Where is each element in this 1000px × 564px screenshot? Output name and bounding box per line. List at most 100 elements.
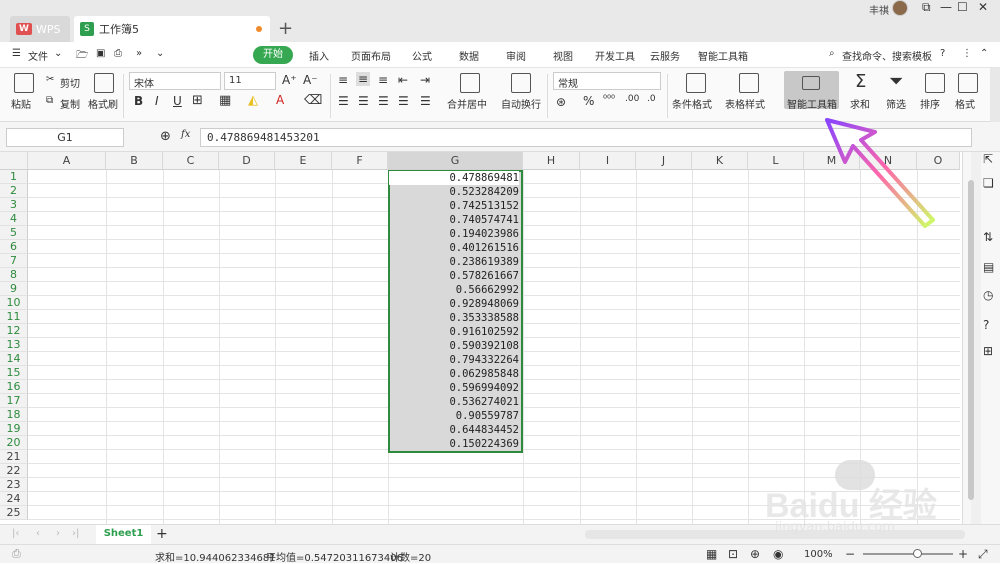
fill-color-icon[interactable]: ◭ <box>248 93 258 108</box>
macro-icon[interactable]: ⎙ <box>12 547 21 561</box>
table-cell[interactable]: 0.742513152 <box>389 199 519 213</box>
table-cell[interactable]: 0.916102592 <box>389 325 519 339</box>
column-header[interactable]: C <box>163 152 219 170</box>
sort-icon[interactable] <box>925 73 945 93</box>
tab-view[interactable]: 视图 <box>553 48 573 63</box>
backup-icon[interactable]: ▤ <box>983 260 994 274</box>
sum-button[interactable]: 求和 <box>850 96 870 111</box>
scroll-thumb[interactable] <box>968 180 974 500</box>
underline-button[interactable]: U <box>173 94 182 108</box>
cursor-icon[interactable]: ⇱ <box>983 152 993 166</box>
history-icon[interactable]: ◷ <box>983 288 993 302</box>
table-cell[interactable]: 0.062985848 <box>389 367 519 381</box>
decrease-font-icon[interactable]: A⁻ <box>303 73 318 87</box>
row-header[interactable]: 11 <box>0 310 28 324</box>
user-name[interactable]: 丰祺 <box>869 2 889 17</box>
cut-icon[interactable]: ✂ <box>46 74 54 85</box>
tab-page-layout[interactable]: 页面布局 <box>351 48 391 63</box>
font-name-select[interactable]: 宋体 <box>129 72 221 90</box>
decimal-decrease-icon[interactable]: .0 <box>647 94 656 104</box>
align-center-icon[interactable]: ☰ <box>358 94 369 108</box>
table-style-icon[interactable] <box>739 73 759 93</box>
print-icon[interactable]: ⎙ <box>114 48 122 59</box>
column-header[interactable]: E <box>275 152 332 170</box>
column-header[interactable]: L <box>748 152 804 170</box>
tab-data[interactable]: 数据 <box>459 48 479 63</box>
table-cell[interactable]: 0.478869481 <box>389 171 519 185</box>
row-header[interactable]: 4 <box>0 212 28 226</box>
increase-font-icon[interactable]: A⁺ <box>282 73 297 87</box>
add-sheet-button[interactable]: + <box>156 526 168 542</box>
conditional-format-icon[interactable] <box>686 73 706 93</box>
paste-button[interactable]: 粘贴 <box>11 96 31 111</box>
filter-icon[interactable]: ⏷ <box>889 71 903 92</box>
tab-insert[interactable]: 插入 <box>309 48 329 63</box>
row-header[interactable]: 13 <box>0 338 28 352</box>
merge-center-icon[interactable] <box>460 73 480 93</box>
row-header[interactable]: 22 <box>0 464 28 478</box>
chevron-down-icon[interactable]: ⌄ <box>54 48 62 59</box>
column-header[interactable]: G <box>388 152 523 170</box>
column-header[interactable]: K <box>692 152 748 170</box>
table-cell[interactable]: 0.194023986 <box>389 227 519 241</box>
row-header[interactable]: 5 <box>0 226 28 240</box>
sum-icon[interactable]: Σ <box>855 71 866 92</box>
open-icon[interactable]: 🗁 <box>76 48 88 65</box>
column-header[interactable]: H <box>523 152 580 170</box>
table-cell[interactable]: 0.238619389 <box>389 255 519 269</box>
row-header[interactable]: 21 <box>0 450 28 464</box>
format-painter-icon[interactable] <box>94 73 114 93</box>
page-break-icon[interactable]: ⊡ <box>728 547 738 561</box>
row-header[interactable]: 10 <box>0 296 28 310</box>
row-header[interactable]: 8 <box>0 268 28 282</box>
row-header[interactable]: 15 <box>0 366 28 380</box>
eye-protection-icon[interactable]: ◉ <box>773 547 783 561</box>
align-right-icon[interactable]: ☰ <box>378 94 389 108</box>
zoom-in-icon[interactable]: + <box>958 547 968 561</box>
table-cell[interactable]: 0.578261667 <box>389 269 519 283</box>
table-cell[interactable]: 0.536274021 <box>389 395 519 409</box>
align-bottom-icon[interactable]: ≡ <box>378 73 388 87</box>
row-header[interactable]: 19 <box>0 422 28 436</box>
row-header[interactable]: 7 <box>0 254 28 268</box>
avatar[interactable] <box>892 0 908 16</box>
tab-review[interactable]: 审阅 <box>506 48 526 63</box>
tab-home[interactable]: 开始 <box>253 46 293 64</box>
prev-sheet-icon[interactable]: ‹ <box>36 528 40 539</box>
row-header[interactable]: 12 <box>0 324 28 338</box>
file-menu[interactable]: 文件 <box>28 48 48 63</box>
close-icon[interactable]: ✕ <box>978 0 988 14</box>
table-cell[interactable]: 0.740574741 <box>389 213 519 227</box>
italic-button[interactable]: I <box>155 94 159 108</box>
row-header[interactable]: 1 <box>0 170 28 184</box>
column-header[interactable]: B <box>106 152 163 170</box>
align-left-icon[interactable]: ☰ <box>338 94 349 108</box>
fullscreen-icon[interactable]: ⤢ <box>978 547 988 562</box>
copy-button[interactable]: 复制 <box>60 96 80 111</box>
tab-wps-home[interactable]: W WPS <box>10 16 70 42</box>
table-cell[interactable]: 0.353338588 <box>389 311 519 325</box>
tab-cloud[interactable]: 云服务 <box>650 48 680 63</box>
row-header[interactable]: 9 <box>0 282 28 296</box>
number-format-select[interactable]: 常规 <box>553 72 661 90</box>
sort-button[interactable]: 排序 <box>920 96 940 111</box>
row-header[interactable]: 16 <box>0 380 28 394</box>
indent-increase-icon[interactable]: ⇥ <box>420 73 430 87</box>
column-header[interactable]: D <box>219 152 275 170</box>
conditional-format-button[interactable]: 条件格式 <box>672 96 712 111</box>
table-cell[interactable]: 0.90559787 <box>389 409 519 423</box>
border-icon[interactable]: ⊞ <box>192 93 203 108</box>
bold-button[interactable]: B <box>134 94 143 108</box>
currency-icon[interactable]: ⊛ <box>556 95 566 109</box>
column-header[interactable]: F <box>332 152 388 170</box>
column-header[interactable]: A <box>28 152 106 170</box>
decimal-increase-icon[interactable]: .00 <box>625 94 639 104</box>
wrap-text-icon[interactable] <box>511 73 531 93</box>
sheet-tab-sheet1[interactable]: Sheet1 <box>96 525 151 544</box>
table-cell[interactable]: 0.590392108 <box>389 339 519 353</box>
help-icon[interactable]: ? <box>983 318 989 332</box>
thousands-icon[interactable]: ⁰⁰⁰ <box>603 94 615 105</box>
table-style-button[interactable]: 表格样式 <box>725 96 765 111</box>
font-size-select[interactable]: 11 <box>224 72 276 90</box>
table-cell[interactable]: 0.644834452 <box>389 423 519 437</box>
